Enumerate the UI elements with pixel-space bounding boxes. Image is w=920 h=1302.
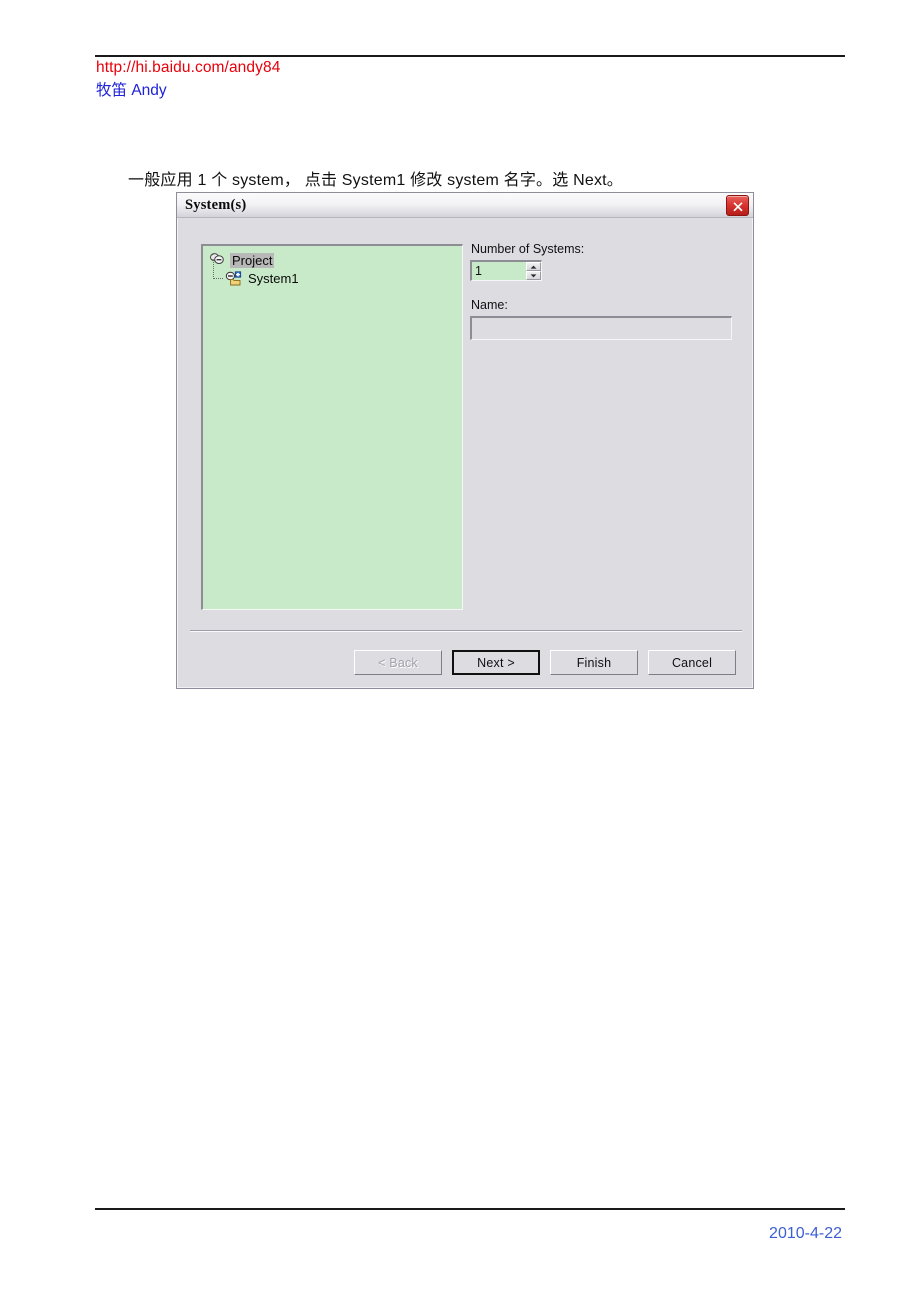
dialog-body: Project System1 Number of Systems: 1 Nam… xyxy=(177,218,753,689)
button-row-separator xyxy=(190,630,742,632)
name-input[interactable] xyxy=(470,316,732,340)
stepper-down-icon[interactable] xyxy=(526,271,541,280)
dialog-titlebar[interactable]: System(s) xyxy=(177,193,753,218)
system-folder-plus-icon xyxy=(224,270,242,286)
project-tree[interactable]: Project System1 xyxy=(201,244,463,610)
header-author: 牧笛 Andy xyxy=(96,79,280,102)
cancel-button[interactable]: Cancel xyxy=(648,650,736,675)
header-author-latin: Andy xyxy=(131,82,167,100)
close-icon[interactable] xyxy=(726,195,749,216)
back-button[interactable]: < Back xyxy=(354,650,442,675)
document-page: http://hi.baidu.com/andy84 牧笛 Andy 一般应用 … xyxy=(0,0,920,1302)
number-of-systems-label: Number of Systems: xyxy=(471,242,585,256)
footer-date: 2010-4-22 xyxy=(769,1225,842,1242)
dialog-title: System(s) xyxy=(185,196,247,213)
footer-rule xyxy=(95,1208,845,1210)
stepper-up-icon[interactable] xyxy=(526,262,541,271)
number-of-systems-input[interactable] xyxy=(472,262,526,280)
finish-button[interactable]: Finish xyxy=(550,650,638,675)
tree-node-system1-label: System1 xyxy=(248,270,299,286)
instruction-text: 一般应用 1 个 system， 点击 System1 修改 system 名字… xyxy=(128,172,623,189)
number-of-systems-stepper[interactable] xyxy=(470,260,542,281)
name-label: Name: xyxy=(471,298,508,312)
system-wizard-dialog: System(s) Project System1 Number of Syst… xyxy=(176,192,754,689)
stepper-buttons[interactable] xyxy=(526,262,541,280)
page-header: http://hi.baidu.com/andy84 牧笛 Andy xyxy=(96,57,280,103)
header-url[interactable]: http://hi.baidu.com/andy84 xyxy=(96,57,280,79)
tree-node-project-label: Project xyxy=(230,252,275,268)
header-author-cjk: 牧笛 xyxy=(96,81,128,100)
dialog-button-row: < Back Next > Finish Cancel xyxy=(177,650,753,675)
tree-node-system1[interactable]: System1 xyxy=(213,260,462,287)
tree-node-project[interactable]: Project xyxy=(208,251,462,269)
next-button[interactable]: Next > xyxy=(452,650,540,675)
